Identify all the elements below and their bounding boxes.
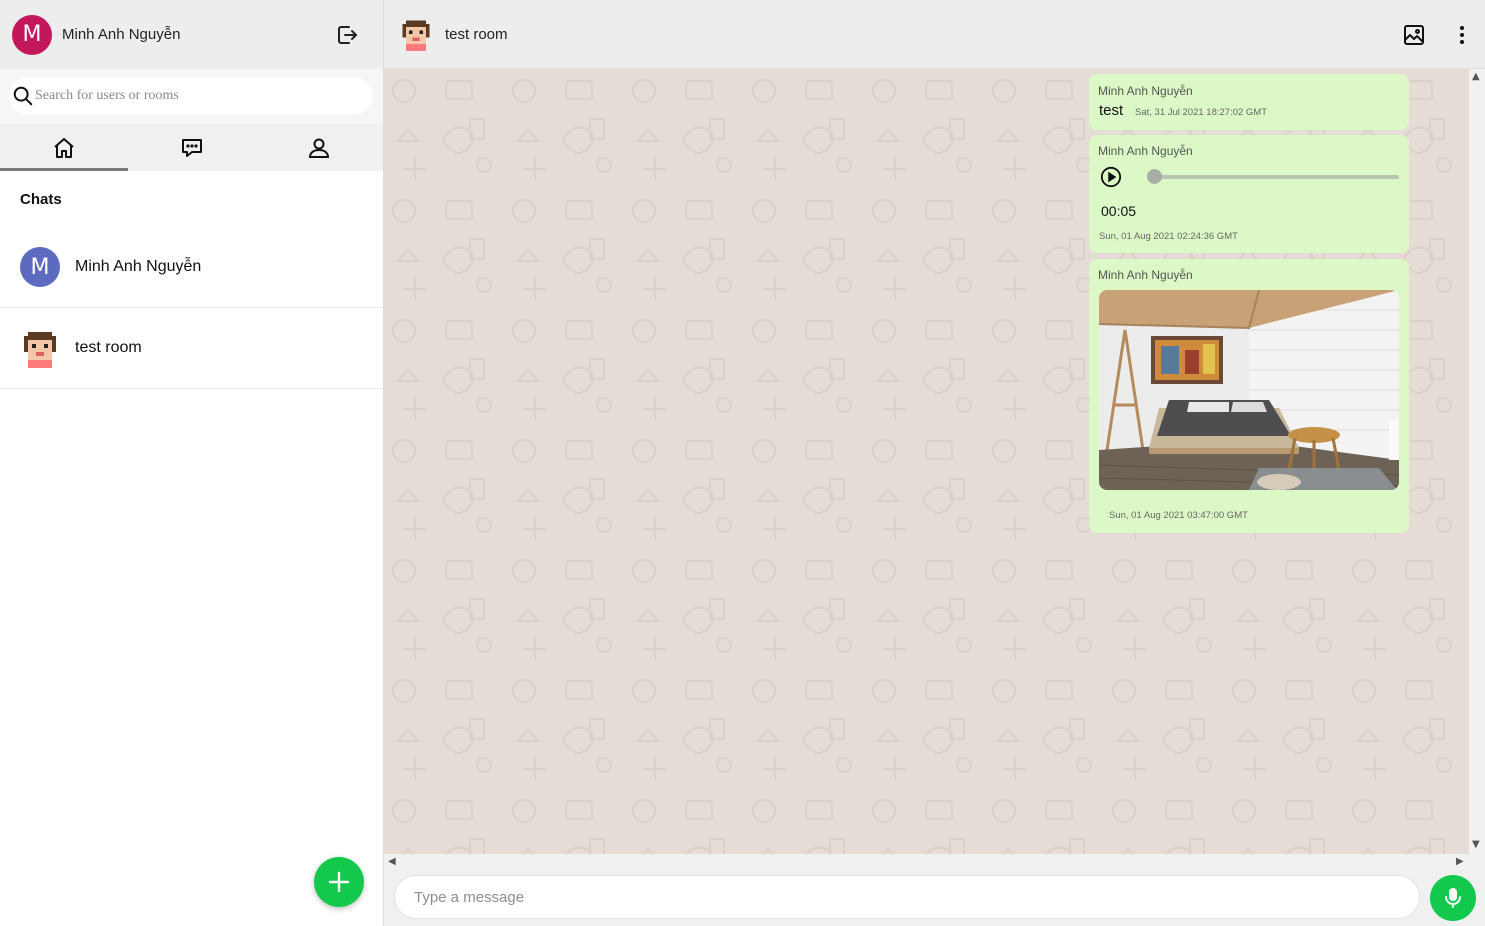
- chat-icon: [181, 138, 202, 157]
- message-list[interactable]: Minh Anh Nguyễn test Sat, 31 Jul 2021 18…: [384, 69, 1469, 854]
- chat-item-name: test room: [75, 339, 142, 356]
- message-sender: Minh Anh Nguyễn: [1098, 144, 1193, 158]
- audio-duration: 00:05: [1101, 203, 1137, 219]
- image-icon[interactable]: [1402, 23, 1426, 47]
- chats-title: Chats: [20, 191, 62, 208]
- search-icon: [13, 86, 33, 106]
- chat-item-name: Minh Anh Nguyễn: [75, 258, 202, 275]
- message-sender: Minh Anh Nguyễn: [1098, 84, 1193, 98]
- room-title: test room: [445, 25, 508, 43]
- message-text: test: [1099, 102, 1124, 119]
- sidebar-tabs: [0, 124, 383, 171]
- message-bubble-audio: Minh Anh Nguyễn 00:05 Sun, 01 Aug 2021 0…: [1089, 135, 1409, 253]
- chat-header: test room: [384, 0, 1485, 69]
- scroll-up-icon[interactable]: ▲: [1472, 71, 1480, 82]
- room-avatar[interactable]: [399, 17, 433, 51]
- logout-icon[interactable]: [335, 23, 359, 47]
- contacts-icon: [309, 138, 330, 158]
- plus-icon: [328, 871, 350, 893]
- scroll-right-icon[interactable]: ▶: [1456, 856, 1464, 867]
- record-audio-button[interactable]: [1430, 875, 1476, 921]
- bedroom-photo: [1099, 290, 1399, 490]
- scroll-left-icon[interactable]: ◀: [388, 856, 396, 867]
- pixel-face-avatar: [20, 328, 60, 368]
- audio-progress-track[interactable]: [1149, 175, 1399, 179]
- message-timestamp: Sun, 01 Aug 2021 02:24:36 GMT: [1099, 231, 1238, 242]
- message-input[interactable]: [394, 875, 1420, 919]
- home-icon: [54, 137, 74, 158]
- sidebar-header: M Minh Anh Nguyễn: [0, 0, 383, 69]
- message-composer: [384, 870, 1485, 926]
- message-timestamp: Sun, 01 Aug 2021 03:47:00 GMT: [1109, 510, 1248, 521]
- play-icon[interactable]: [1100, 166, 1122, 188]
- tab-chats[interactable]: [128, 124, 256, 171]
- tab-contacts[interactable]: [255, 124, 383, 171]
- vertical-scrollbar[interactable]: ▲ ▼: [1469, 69, 1485, 854]
- horizontal-scrollbar[interactable]: ◀ ▶: [384, 854, 1469, 870]
- more-vertical-icon[interactable]: [1450, 23, 1474, 47]
- chat-avatar: M: [20, 247, 60, 287]
- message-bubble-image: Minh Anh Nguyễn Sun, 01 Aug 2021 03:47:0…: [1089, 259, 1409, 533]
- message-sender: Minh Anh Nguyễn: [1098, 268, 1193, 282]
- search-bar: [0, 69, 383, 124]
- chat-item-room[interactable]: test room: [0, 308, 383, 389]
- microphone-icon: [1445, 888, 1461, 908]
- tab-home[interactable]: [0, 124, 128, 171]
- search-input[interactable]: [35, 88, 355, 104]
- chat-panel: test room Minh Anh Nguyễn test Sat, 31 J…: [384, 0, 1485, 926]
- new-chat-button[interactable]: [314, 857, 364, 907]
- sidebar: M Minh Anh Nguyễn Search for users or ro…: [0, 0, 384, 926]
- audio-seek-handle[interactable]: [1147, 169, 1162, 184]
- scroll-down-icon[interactable]: ▼: [1472, 839, 1480, 850]
- user-name: Minh Anh Nguyễn: [62, 26, 181, 43]
- message-image[interactable]: [1099, 290, 1399, 490]
- user-avatar[interactable]: M: [12, 14, 52, 55]
- message-timestamp: Sat, 31 Jul 2021 18:27:02 GMT: [1135, 107, 1268, 118]
- message-bubble-text[interactable]: Minh Anh Nguyễn test Sat, 31 Jul 2021 18…: [1089, 74, 1409, 130]
- scrollbar-corner: [1469, 854, 1485, 870]
- chat-item-user[interactable]: M Minh Anh Nguyễn: [0, 227, 383, 308]
- search-box: [9, 78, 373, 114]
